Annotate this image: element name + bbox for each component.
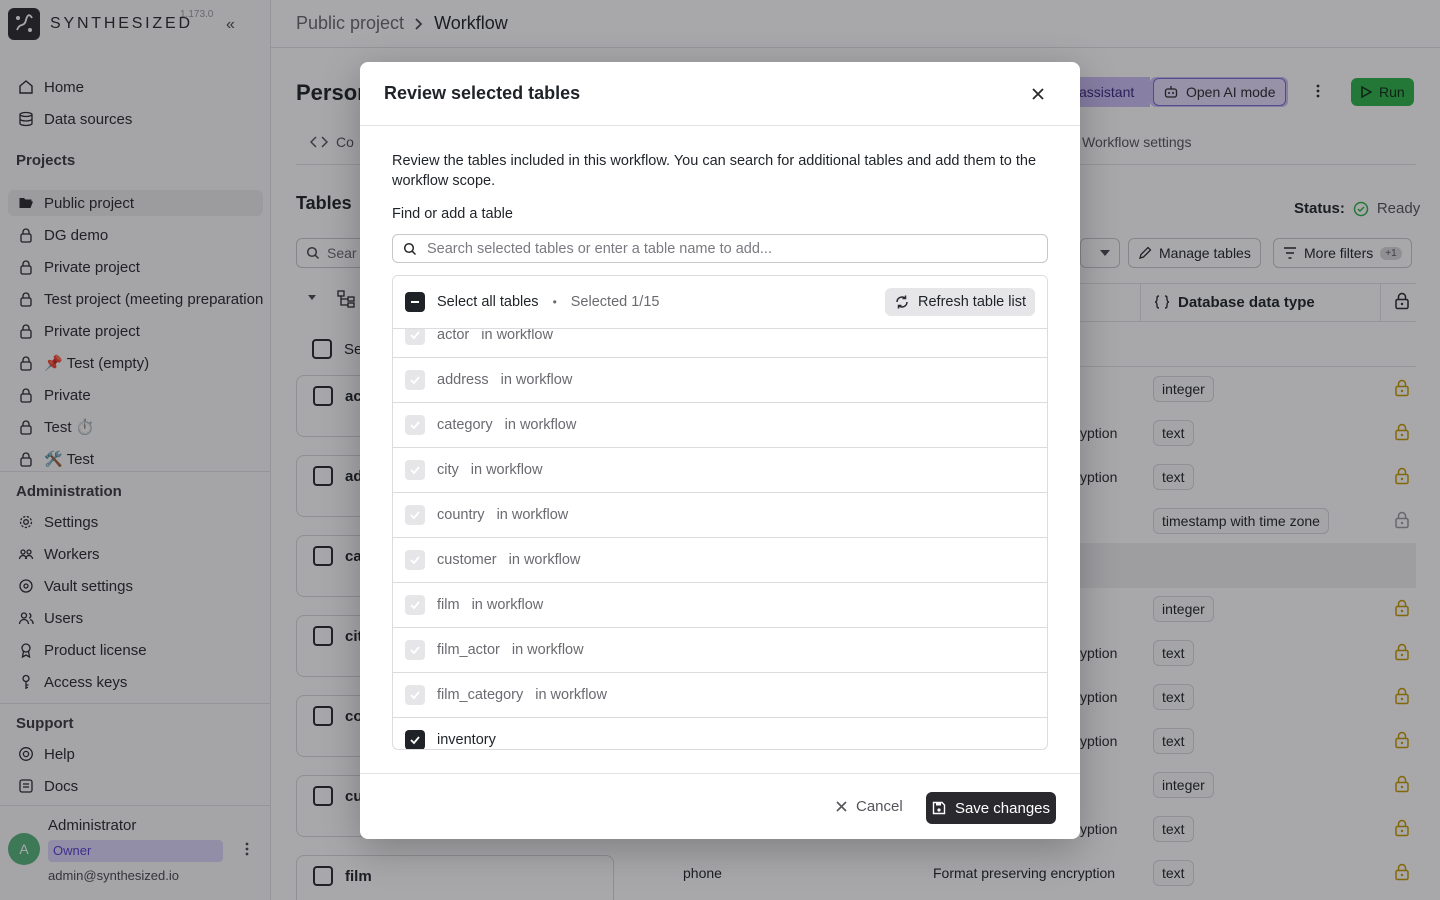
search-icon (403, 242, 417, 256)
table-name: inventory (437, 732, 496, 748)
close-icon[interactable] (1026, 82, 1050, 106)
separator-dot: • (552, 295, 557, 309)
workflow-tag: in workflow (470, 462, 543, 478)
table-name: film_category (437, 687, 524, 703)
table-name: country (437, 507, 485, 523)
row-checkbox[interactable] (405, 640, 425, 660)
table-name: customer (437, 552, 497, 568)
workflow-tag: in workflow (535, 687, 607, 703)
table-row[interactable]: category in workflow (393, 403, 1047, 448)
table-name: address (437, 372, 489, 388)
table-name: film_actor (437, 642, 500, 658)
review-tables-dialog: Review selected tables Review the tables… (360, 62, 1080, 839)
table-row[interactable]: customer in workflow (393, 538, 1047, 583)
cancel-label: Cancel (856, 798, 903, 815)
row-checkbox[interactable] (405, 460, 425, 480)
table-list: Select all tables • Selected 1/15 Refres… (392, 275, 1048, 750)
table-name: film (437, 597, 460, 613)
cancel-button[interactable]: Cancel (836, 798, 903, 815)
table-row[interactable]: film in workflow (393, 583, 1047, 628)
workflow-tag: in workflow (508, 552, 581, 568)
select-all-checkbox[interactable] (405, 292, 425, 312)
row-checkbox[interactable] (405, 415, 425, 435)
dialog-title: Review selected tables (384, 83, 581, 103)
select-all-label[interactable]: Select all tables (437, 294, 539, 310)
dialog-footer: Cancel Save changes (360, 773, 1080, 839)
table-name: actor (437, 327, 470, 343)
dialog-header: Review selected tables (360, 62, 1080, 126)
table-row[interactable]: inventory (393, 718, 1047, 749)
table-list-header: Select all tables • Selected 1/15 Refres… (393, 276, 1047, 329)
close-icon (836, 801, 847, 812)
refresh-icon (894, 294, 910, 310)
table-row[interactable]: film_category in workflow (393, 673, 1047, 718)
table-name: city (437, 462, 459, 478)
table-row[interactable]: film_actor in workflow (393, 628, 1047, 673)
workflow-tag: in workflow (496, 507, 569, 523)
selected-count: Selected 1/15 (570, 294, 660, 310)
workflow-tag: in workflow (511, 642, 584, 658)
table-row[interactable]: city in workflow (393, 448, 1047, 493)
workflow-tag: in workflow (471, 597, 544, 613)
table-row[interactable]: country in workflow (393, 493, 1047, 538)
save-changes-button[interactable]: Save changes (926, 792, 1056, 824)
workflow-tag: in workflow (481, 327, 553, 343)
find-table-label: Find or add a table (392, 206, 513, 222)
workflow-tag: in workflow (500, 372, 573, 388)
table-name: category (437, 417, 493, 433)
refresh-table-list-button[interactable]: Refresh table list (885, 288, 1035, 316)
table-rows: actor in workflow address in workflow ca… (393, 313, 1047, 749)
row-checkbox[interactable] (405, 730, 425, 749)
row-checkbox[interactable] (405, 685, 425, 705)
table-row[interactable]: address in workflow (393, 358, 1047, 403)
workflow-tag: in workflow (504, 417, 577, 433)
save-icon (932, 801, 946, 815)
save-label: Save changes (954, 799, 1051, 817)
table-search-field[interactable] (392, 234, 1048, 263)
table-search-input[interactable] (427, 240, 1027, 257)
refresh-label: Refresh table list (918, 294, 1026, 310)
row-checkbox[interactable] (405, 550, 425, 570)
row-checkbox[interactable] (405, 370, 425, 390)
row-checkbox[interactable] (405, 505, 425, 525)
dialog-description: Review the tables included in this workf… (392, 153, 1037, 189)
row-checkbox[interactable] (405, 595, 425, 615)
